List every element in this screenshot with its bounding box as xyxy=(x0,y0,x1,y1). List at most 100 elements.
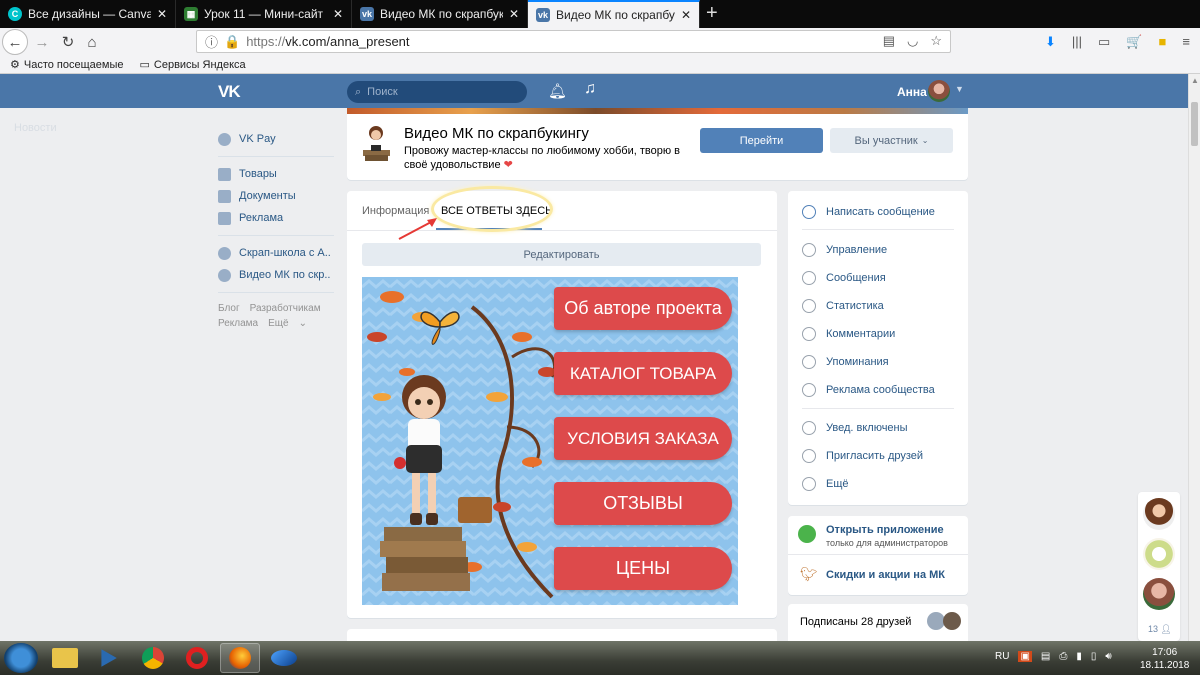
bell-icon[interactable]: 🔔︎ xyxy=(548,82,567,100)
media-player-icon[interactable] xyxy=(88,643,128,673)
library-icon[interactable]: ||| xyxy=(1072,34,1082,50)
close-icon[interactable]: ✕ xyxy=(157,7,167,21)
avatar[interactable] xyxy=(1143,578,1175,610)
menu-label: Увед. включены xyxy=(826,422,908,434)
menu-item-stats[interactable]: Статистика xyxy=(802,299,884,313)
avatar[interactable] xyxy=(928,80,950,102)
banner-link-terms[interactable]: УСЛОВИЯ ЗАКАЗА xyxy=(554,417,732,460)
download-icon[interactable]: ⬇ xyxy=(1045,34,1056,50)
avatar[interactable] xyxy=(1143,538,1175,570)
browser-tab-vk[interactable]: vk Видео МК по скрапбукингу ✕ xyxy=(352,0,528,28)
extension-icon[interactable]: ■ xyxy=(1159,34,1167,50)
menu-item-mentions[interactable]: Упоминания xyxy=(802,355,889,369)
banner-link-catalog[interactable]: КАТАЛОГ ТОВАРА xyxy=(554,352,732,395)
edit-button[interactable]: Редактировать xyxy=(362,243,761,266)
banner-link-prices[interactable]: ЦЕНЫ xyxy=(554,547,732,590)
clock-time: 17:06 xyxy=(1152,647,1178,658)
bookmark-yandex[interactable]: ▭ Сервисы Яндекса xyxy=(139,58,246,72)
footer-link-developers[interactable]: Разработчикам xyxy=(250,303,321,314)
group-avatar[interactable] xyxy=(360,124,393,162)
start-button[interactable] xyxy=(4,643,38,673)
close-icon[interactable]: ✕ xyxy=(681,8,691,22)
app-icon[interactable] xyxy=(264,643,304,673)
tray-icon[interactable]: ▤ xyxy=(1041,651,1050,662)
online-count[interactable]: 13 👤︎ xyxy=(1148,624,1172,635)
forward-button[interactable]: → xyxy=(32,32,52,52)
menu-item-invite[interactable]: Пригласить друзей xyxy=(802,449,923,463)
close-icon[interactable]: ✕ xyxy=(509,7,519,21)
info-icon[interactable]: ⓘ xyxy=(205,32,218,51)
divider xyxy=(218,156,334,157)
scroll-thumb[interactable] xyxy=(1191,102,1198,146)
scroll-up-icon[interactable]: ▲ xyxy=(1191,76,1199,85)
firefox-icon[interactable] xyxy=(220,643,260,673)
opera-icon[interactable] xyxy=(177,643,217,673)
open-app-link[interactable]: Открыть приложение xyxy=(826,524,944,536)
menu-item-more[interactable]: Ещё xyxy=(802,477,849,491)
back-button[interactable]: ← xyxy=(2,29,28,55)
nav-item-docs[interactable]: Документы xyxy=(218,185,338,207)
menu-item-notifications[interactable]: Увед. включены xyxy=(802,421,908,435)
language-indicator[interactable]: RU xyxy=(995,651,1009,662)
browser-tab-lesson[interactable]: ▦ Урок 11 — Мини-сайт групп ✕ xyxy=(176,0,352,28)
reload-button[interactable]: ↻ xyxy=(58,32,78,52)
search-icon: ⌕ xyxy=(355,85,362,98)
member-button[interactable]: Вы участник ⌄ xyxy=(830,128,953,153)
new-tab-button[interactable]: + xyxy=(706,2,718,25)
sidebar-icon[interactable]: ▭ xyxy=(1098,34,1110,50)
menu-item-comments[interactable]: Комментарии xyxy=(802,327,895,341)
nav-item-ads[interactable]: Реклама xyxy=(218,207,338,229)
promo-link[interactable]: Скидки и акции на МК xyxy=(826,569,945,581)
wiki-card: Информация ВСЕ ОТВЕТЫ ЗДЕСЬ Редактироват… xyxy=(347,186,777,618)
app-subtitle: только для администраторов xyxy=(826,538,948,548)
tray-app-icon[interactable]: ▣ xyxy=(1018,651,1032,662)
nav-item-goods[interactable]: Товары xyxy=(218,163,338,185)
ghost-nav-label: Новости xyxy=(14,122,57,134)
browser-tab-canva[interactable]: C Все дизайны — Canva ✕ xyxy=(0,0,176,28)
explorer-icon[interactable] xyxy=(45,643,85,673)
menu-item-messages[interactable]: Сообщения xyxy=(802,271,886,285)
banner-link-reviews[interactable]: ОТЗЫВЫ xyxy=(554,482,732,525)
footer-link-more[interactable]: Ещё xyxy=(268,318,288,329)
battery-icon[interactable]: ▯ xyxy=(1091,651,1097,662)
bookmark-label: Сервисы Яндекса xyxy=(153,58,246,71)
bookmarks-bar: ⚙ Часто посещаемые ▭ Сервисы Яндекса xyxy=(0,56,1200,74)
avatar[interactable] xyxy=(1143,498,1175,530)
wiki-banner[interactable]: Об авторе проекта КАТАЛОГ ТОВАРА УСЛОВИЯ… xyxy=(362,277,738,605)
star-icon[interactable]: ☆ xyxy=(930,33,942,49)
address-bar[interactable]: ⓘ 🔒 https://vk.com/anna_present ▤ ◡ ☆ xyxy=(196,30,951,53)
search-input[interactable]: ⌕ Поиск xyxy=(347,81,527,103)
cart-icon[interactable]: 🛒 xyxy=(1126,34,1142,50)
footer-link-blog[interactable]: Блог xyxy=(218,303,240,314)
menu-icon[interactable]: ≡ xyxy=(1182,34,1190,50)
nav-item-group-video[interactable]: Видео МК по скр.. xyxy=(218,264,338,286)
footer-link-ads[interactable]: Реклама xyxy=(218,318,258,329)
nav-item-vkpay[interactable]: VK Pay xyxy=(218,128,338,150)
printer-icon[interactable]: ⎙ xyxy=(1059,651,1067,662)
volume-icon[interactable]: 🔊︎ xyxy=(1105,651,1111,662)
pocket-icon[interactable]: ◡ xyxy=(907,33,918,49)
nav-item-group-school[interactable]: Скрап-школа с А.. xyxy=(218,242,338,264)
music-icon[interactable]: ♫ xyxy=(584,80,596,98)
chevron-down-icon[interactable]: ▼ xyxy=(955,84,964,94)
user-name[interactable]: Анна xyxy=(897,85,927,99)
clock[interactable]: 17:06 18.11.2018 xyxy=(1140,646,1189,672)
menu-item-community-ads[interactable]: Реклама сообщества xyxy=(802,383,935,397)
vkpay-icon xyxy=(218,132,231,146)
network-icon[interactable]: ▮ xyxy=(1076,651,1082,662)
bookmark-frequent[interactable]: ⚙ Часто посещаемые xyxy=(10,58,123,72)
subscribed-friends[interactable]: Подписаны 28 друзей xyxy=(788,604,968,641)
clock-date: 18.11.2018 xyxy=(1140,660,1190,671)
write-message-button[interactable]: Написать сообщение xyxy=(802,205,935,219)
go-button[interactable]: Перейти xyxy=(700,128,823,153)
menu-label: Управление xyxy=(826,244,888,256)
menu-item-manage[interactable]: Управление xyxy=(802,243,887,257)
browser-tab-vk-active[interactable]: vk Видео МК по скрапбукингу ✕ xyxy=(528,0,700,28)
banner-link-author[interactable]: Об авторе проекта xyxy=(554,287,732,330)
reader-icon[interactable]: ▤ xyxy=(883,33,895,49)
vk-logo[interactable]: VK xyxy=(218,82,241,102)
page-scrollbar[interactable]: ▲ xyxy=(1188,74,1200,641)
chrome-icon[interactable] xyxy=(133,643,173,673)
close-icon[interactable]: ✕ xyxy=(333,7,343,21)
home-button[interactable]: ⌂ xyxy=(82,32,102,52)
